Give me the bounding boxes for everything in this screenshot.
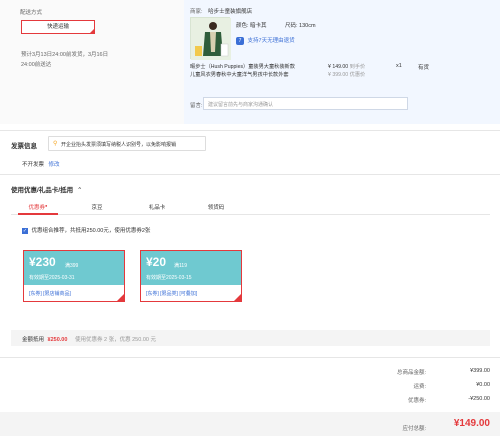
coupon-summary-note: 使用优惠券 2 张，优惠 250.00 元	[74, 337, 156, 343]
delivery-section-label: 配送方式	[20, 10, 43, 16]
chevron-up-icon: ⌃	[76, 187, 83, 194]
invoice-status-row: 不开发票 修改	[22, 160, 60, 168]
product-price-row: ¥ 149.00 到手价	[328, 63, 365, 70]
product-price: ¥ 149.00	[328, 64, 349, 70]
coupon-tags: [东券] [限店铺商品]	[29, 291, 71, 297]
shipping-value: ¥0.00	[476, 382, 490, 388]
return-policy-text[interactable]: 支持7天无理由退货	[248, 38, 295, 44]
tab-redeem-code-label: 领货码	[207, 205, 225, 211]
delivery-note-line2: 24:00前送达	[21, 62, 52, 68]
tab-coupons-dot: ●	[45, 203, 48, 208]
tab-gift-card-label: 礼品卡	[148, 205, 166, 211]
coupon-summary-row: 金额抵用 ¥250.00 使用优惠券 2 张，优惠 250.00 元	[22, 335, 156, 343]
coupon-discount-value: -¥250.00	[468, 396, 490, 402]
divider	[0, 174, 500, 175]
invoice-section-title: 发票信息	[11, 143, 37, 150]
coupon-condition: 满119	[174, 263, 187, 269]
divider	[0, 357, 500, 358]
coupon-summary-label: 金额抵用	[22, 337, 45, 343]
combo-recommend-row[interactable]: ✓ 优惠组合推荐，共抵用250.00元，使用优惠券2张	[22, 226, 150, 234]
shop-label: 商家:	[190, 9, 203, 15]
tab-active-underline	[18, 213, 58, 215]
product-quantity: x1	[396, 63, 402, 69]
tab-coupons-label: 优惠券	[28, 205, 46, 211]
original-price-row: ¥ 399.00 优惠价	[328, 71, 365, 78]
invoice-notice-box: ⚲ 开企业抬头发票须填写纳税人识别号，以免影响报销	[48, 136, 206, 151]
coupon-head: ¥230 满399 有效期至2025-03-31	[24, 251, 124, 285]
message-placeholder: 建议留言前先与商家沟通确认	[208, 102, 274, 108]
coupon-validity: 有效期至2025-03-15	[146, 275, 192, 281]
product-color: 颜色: 暗卡其	[236, 23, 267, 29]
express-delivery-label: 快递运输	[46, 24, 69, 30]
coupon-section-title-text: 使用优惠/礼品卡/抵用	[11, 187, 74, 194]
checkbox-checked-icon[interactable]: ✓	[22, 227, 28, 234]
original-price: ¥ 399.00	[328, 72, 349, 78]
coupon-validity: 有效期至2025-03-31	[29, 275, 75, 281]
delivery-note-line1: 预计3月13日24:00前发货，3月16日	[21, 52, 109, 58]
original-price-note: 优惠价	[349, 72, 366, 78]
product-title-line1: 暇步士（Hush Puppies）童装男大童秋装新款	[190, 64, 295, 70]
product-price-note: 到手价	[349, 64, 366, 70]
invoice-notice-text: 开企业抬头发票须填写纳税人识别号，以免影响报销	[61, 142, 177, 148]
jacket-image-icon	[191, 18, 231, 60]
coupon-discount-label: 优惠券:	[407, 398, 426, 404]
tab-coupons[interactable]: 优惠券●	[11, 203, 65, 211]
invoice-edit-link[interactable]: 修改	[49, 162, 60, 168]
shipping-label: 运费:	[413, 384, 426, 390]
coupon-selected-corner	[233, 293, 242, 302]
tab-underline-track	[11, 214, 490, 215]
coupon-card[interactable]: ¥230 满399 有效期至2025-03-31 [东券] [限店铺商品]	[23, 250, 125, 302]
goods-total-label: 总商品金额:	[396, 370, 426, 376]
selected-corner-mark	[89, 28, 95, 34]
coupon-section-title[interactable]: 使用优惠/礼品卡/抵用 ⌃	[11, 184, 82, 194]
coupon-head: ¥20 满119 有效期至2025-03-15	[141, 251, 241, 285]
return-policy-row: 7 支持7天无理由退货	[236, 36, 295, 45]
coupon-selected-corner	[116, 293, 125, 302]
coupon-card[interactable]: ¥20 满119 有效期至2025-03-15 [东券] [限品类] [可叠加]	[140, 250, 242, 302]
combo-recommend-label: 优惠组合推荐，共抵用250.00元，使用优惠券2张	[31, 228, 151, 234]
coupon-tags: [东券] [限品类] [可叠加]	[146, 291, 198, 297]
product-title[interactable]: 暇步士（Hush Puppies）童装男大童秋装新款 儿童风衣男春秋中大童洋气男…	[190, 63, 328, 79]
product-size: 尺码: 130cm	[285, 23, 316, 29]
coupon-condition: 满399	[65, 263, 79, 269]
tab-gift-card[interactable]: 礼品卡	[130, 203, 184, 211]
return-policy-icon: 7	[236, 37, 244, 45]
express-delivery-button[interactable]: 快递运输	[21, 20, 95, 34]
coupon-amount: ¥230	[29, 255, 56, 269]
product-title-line2: 儿童风衣男春秋中大童洋气男孩中长款外套	[190, 72, 289, 78]
message-label: 留言:	[190, 103, 203, 109]
product-thumbnail[interactable]	[190, 17, 231, 60]
message-input[interactable]: 建议留言前先与商家沟通确认	[203, 97, 408, 110]
coupon-summary-amount: ¥250.00	[47, 337, 68, 343]
shop-name[interactable]: 哈步士童装旗舰店	[208, 9, 252, 15]
shop-row: 商家: 哈步士童装旗舰店	[190, 7, 252, 15]
tab-jingdou-label: 京豆	[91, 205, 103, 211]
location-pin-icon: ⚲	[53, 141, 58, 147]
invoice-status: 不开发票	[22, 162, 45, 168]
tab-redeem-code[interactable]: 领货码	[189, 203, 243, 211]
coupon-amount: ¥20	[146, 255, 167, 269]
payable-value: ¥149.00	[453, 418, 490, 429]
tab-jingdou[interactable]: 京豆	[70, 203, 124, 211]
divider	[0, 130, 500, 131]
product-stock: 有货	[418, 65, 430, 71]
goods-total-value: ¥399.00	[470, 368, 490, 374]
payable-label: 应付总额:	[402, 426, 426, 432]
